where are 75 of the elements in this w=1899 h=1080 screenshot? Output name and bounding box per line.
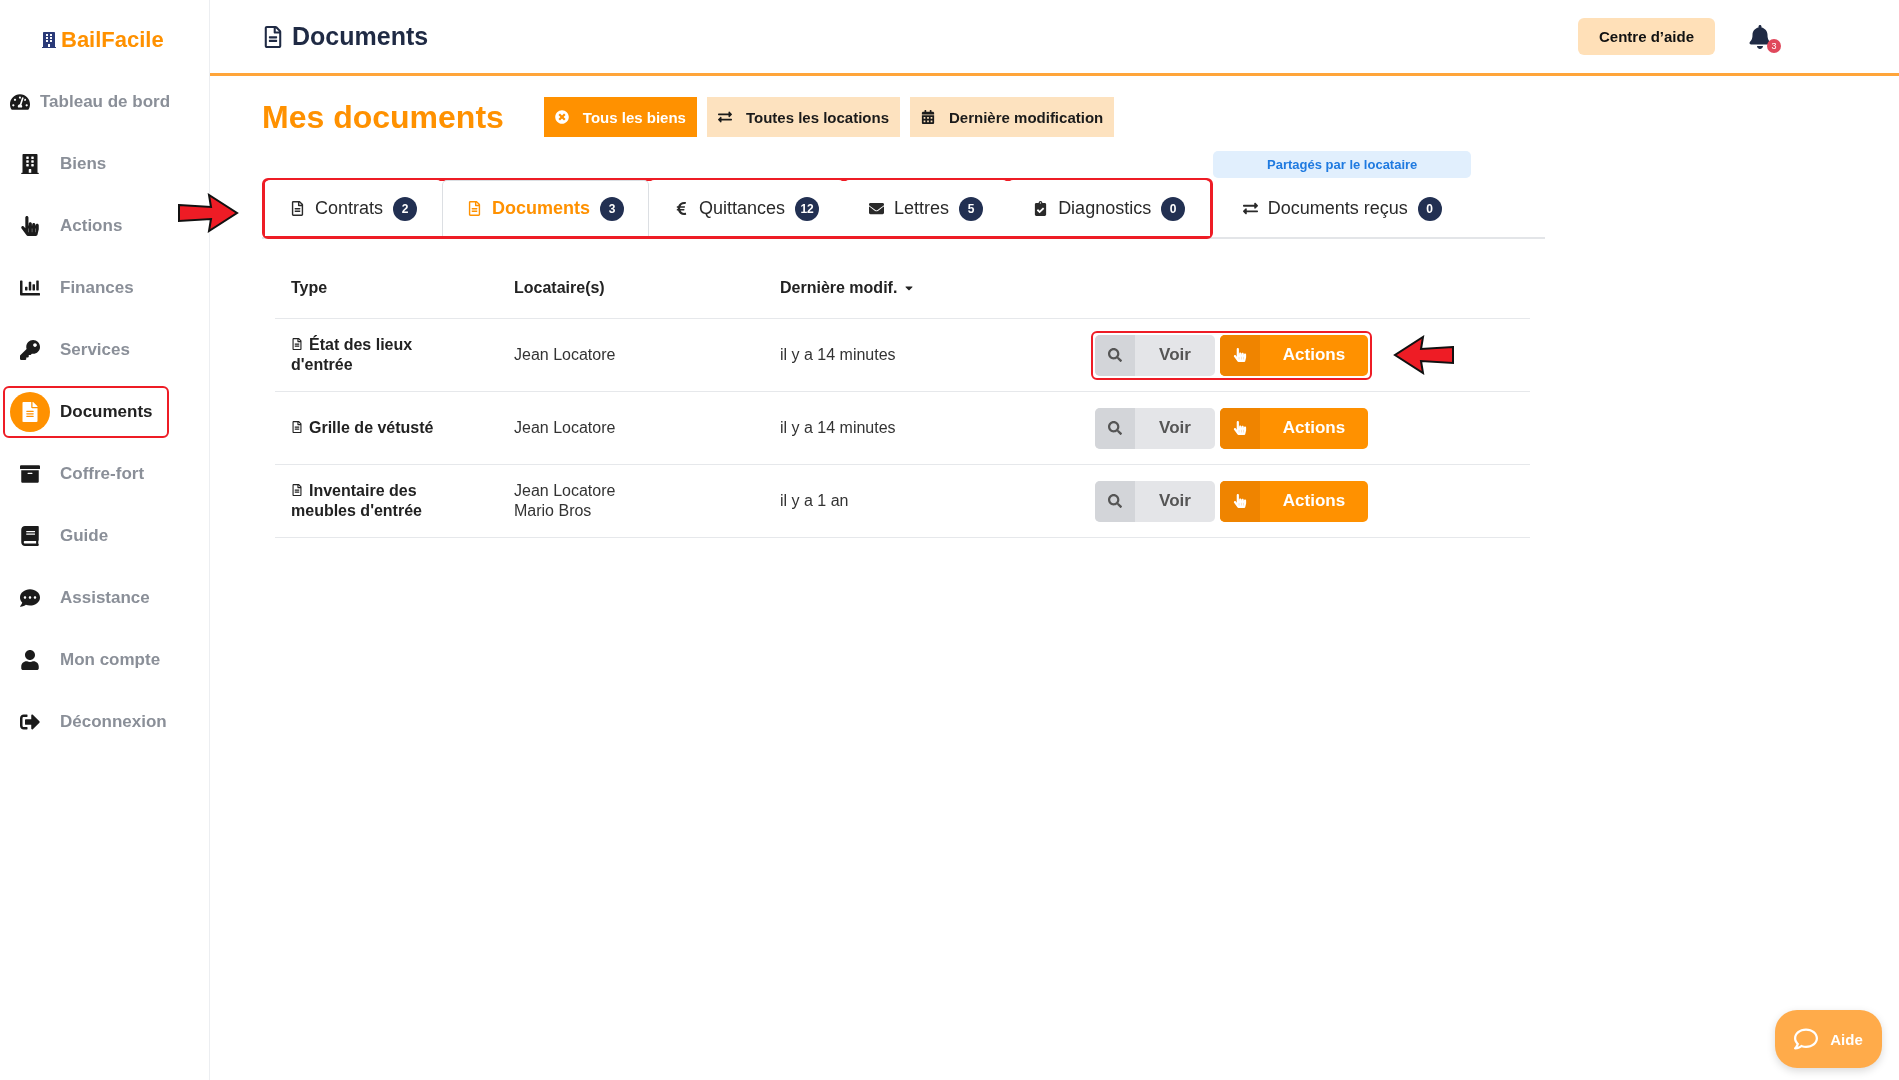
search-icon (1108, 348, 1122, 362)
document-type-cell: Grille de vétusté (291, 418, 441, 438)
actions-button[interactable]: Actions (1220, 407, 1368, 449)
speech-bubble-icon (1794, 1027, 1819, 1051)
count-badge: 12 (795, 196, 820, 221)
page-title: Mes documents (262, 98, 504, 136)
count-badge: 5 (959, 196, 984, 221)
building-icon (41, 32, 57, 48)
shared-by-tenant-label: Partagés par le locataire (1213, 151, 1472, 178)
hand-pointer-icon (1233, 348, 1247, 362)
notification-badge: 3 (1767, 38, 1781, 53)
sidebar-item[interactable]: Documents (3, 386, 169, 438)
filter-button[interactable]: Toutes les locations (706, 97, 900, 137)
document-icon (291, 338, 303, 350)
calendar-icon (921, 110, 935, 124)
sidebar-item[interactable]: Guide (3, 510, 169, 562)
document-icon (467, 201, 483, 216)
tab-label: Documents (492, 198, 591, 219)
tenant-cell-text: Jean Locatore (514, 418, 617, 438)
count-badge: 2 (393, 196, 418, 221)
view-button[interactable]: Voir (1095, 480, 1215, 522)
filter-button[interactable]: Dernière modification (910, 97, 1115, 137)
search-icon (1108, 421, 1122, 435)
document-icon (291, 484, 303, 496)
sidebar-item[interactable]: Actions (3, 200, 169, 252)
view-button[interactable]: Voir (1095, 334, 1215, 376)
tab-label: Contrats (315, 198, 384, 219)
modified-cell-text: il y a 1 an (780, 491, 850, 511)
hand-pointer-icon (1233, 494, 1247, 508)
tenant-cell-text: Jean Locatore (514, 345, 617, 365)
swap-arrows-icon (717, 110, 732, 124)
logo-text: BailFacile (61, 27, 164, 53)
sidebar-item[interactable]: Biens (3, 138, 169, 190)
sidebar-item[interactable]: Mon compte (3, 634, 169, 686)
envelope-icon (869, 201, 885, 216)
tenant-cell-text: Jean Locatore Mario Bros (514, 481, 617, 521)
document-icon (290, 201, 305, 216)
clipboard-check-icon (1033, 201, 1049, 216)
count-badge: 3 (600, 196, 625, 221)
document-icon (10, 392, 50, 432)
sidebar-item[interactable]: Services (3, 324, 169, 376)
sidebar-item[interactable]: Finances (3, 262, 169, 314)
help-chat-button[interactable]: Aide (1775, 1010, 1882, 1068)
view-button[interactable]: Voir (1095, 407, 1215, 449)
column-header[interactable]: Dernière modif. (780, 278, 1093, 297)
hand-pointer-icon (1233, 421, 1247, 435)
sidebar-item[interactable]: Tableau de bord (3, 76, 169, 128)
document-icon (262, 25, 284, 48)
sidebar-item[interactable]: Déconnexion (3, 696, 169, 748)
document-type-cell-text: État des lieux d'entrée (291, 335, 414, 375)
help-center-button[interactable]: Centre d’aide (1577, 18, 1715, 55)
count-badge: 0 (1161, 196, 1186, 221)
document-icon (291, 421, 303, 433)
document-type-cell-text: Inventaire des meubles d'entrée (291, 481, 423, 521)
tab-label: Quittances (699, 198, 786, 219)
tab-label: Lettres (894, 198, 950, 219)
tab[interactable]: Diagnostics 0 (1008, 180, 1211, 236)
sidebar-item[interactable]: Coffre-fort (3, 448, 169, 500)
tab[interactable]: Documents 3 (442, 180, 650, 236)
column-header: Type (291, 278, 329, 297)
actions-button[interactable]: Actions (1220, 334, 1368, 376)
actions-button[interactable]: Actions (1220, 480, 1368, 522)
filter-button[interactable]: Tous les biens (543, 97, 697, 137)
sidebar-item[interactable]: Assistance (3, 572, 169, 624)
modified-cell-text: il y a 14 minutes (780, 345, 897, 365)
column-header: Locataire(s) (514, 278, 606, 297)
search-icon (1108, 494, 1122, 508)
count-badge: 0 (1417, 196, 1442, 221)
tab-label: Diagnostics (1058, 198, 1152, 219)
notification-bell-icon[interactable] (1748, 24, 1772, 49)
tab[interactable]: Contrats 2 (265, 180, 443, 236)
swap-arrows-icon (1242, 201, 1258, 216)
modified-cell-text: il y a 14 minutes (780, 418, 897, 438)
page-header-title: Documents (292, 22, 430, 51)
tab-label: Documents reçus (1267, 198, 1408, 219)
